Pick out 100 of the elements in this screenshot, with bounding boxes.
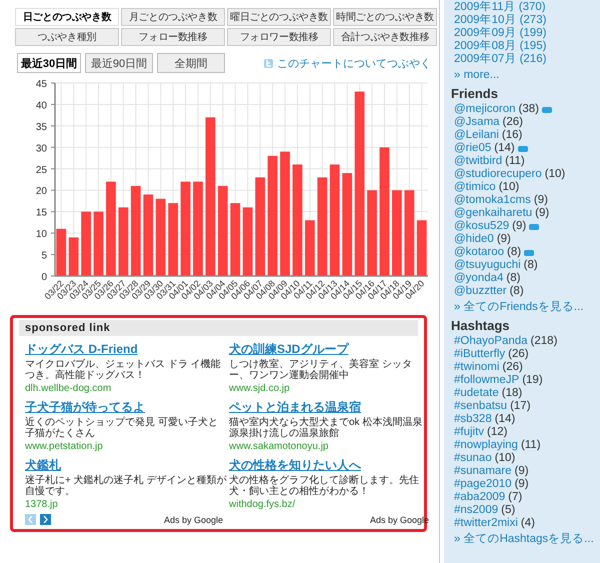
chart-bar [118,207,128,276]
friend-count: (14) [494,142,515,155]
friend-link[interactable]: @rie05 [454,142,492,155]
stat-tab[interactable]: つぶやき種別 [15,28,119,46]
friend-link[interactable]: @hide0 [454,233,494,246]
y-tick-label: 45 [36,79,47,90]
friend-link[interactable]: @mejicoron [454,103,516,116]
hashtag-count: (5) [501,504,516,517]
section-heading: Hashtags [451,318,511,333]
friend-link[interactable]: @timico [454,181,496,194]
hashtag-count: (9) [514,478,529,491]
y-tick-label: 5 [41,250,47,262]
hashtag-link[interactable]: #iButterfly [454,348,506,361]
friend-link[interactable]: @tsuyuguchi [454,259,521,272]
friend-link[interactable]: @genkaiharetu [454,207,532,220]
chart-bar [304,220,315,276]
friend-link[interactable]: @Leilani [454,129,499,142]
ad-title-link[interactable]: ペットと泊まれる温泉宿 [229,400,361,414]
stat-tab[interactable]: フォロー数推移 [121,28,225,46]
stat-tab[interactable]: 時間ごとのつぶやき数 [333,8,437,26]
hashtag-count: (7) [508,491,522,504]
ad-title-link[interactable]: 犬鑑札 [25,458,61,472]
hashtag-link[interactable]: #twinomi [454,361,500,374]
stat-tab[interactable]: フォロワー数推移 [227,28,331,46]
chevron-right-icon [43,516,48,523]
friend-link[interactable]: @kosu529 [454,220,510,233]
hashtag-link[interactable]: #aba2009 [454,491,506,504]
ad-url: withdog.fys.bz/ [229,499,296,510]
more-link[interactable]: » more... [454,69,600,82]
hashtag-link[interactable]: #sunamare [454,465,512,478]
ad-description: 迷子札に+ 犬鑑札の迷子札 デザインと種類が自慢です。 [25,475,227,497]
friend-count: (8) [510,285,524,298]
friend-count: (9) [534,194,548,207]
all-hashtags-link[interactable]: » 全てのHashtagsを見る... [454,533,600,546]
all-friends-link[interactable]: » 全てのFriendsを見る... [454,301,600,314]
archive-link[interactable]: 2009年08月 (195) [454,40,600,53]
ad-url: 1378.jp [25,499,59,510]
y-tick-label: 20 [36,186,47,198]
hashtag-link[interactable]: #senbatsu [454,400,508,413]
y-tick-label: 0 [41,272,47,283]
ad-description: しつけ教室、アジリティ、美容室 シッター、ワンワン運動会開催中 [229,359,413,381]
friend-count: (8) [524,259,538,272]
friend-count: (38) [518,103,539,116]
chart-bar [94,212,104,276]
ad-title-link[interactable]: 犬の性格を知りたい人へ [229,458,361,472]
hashtag-link[interactable]: #nowplaying [454,439,518,452]
hashtag-link[interactable]: #followmeJP [454,374,520,387]
hashtag-count: (17) [510,400,531,413]
hashtag-count: (11) [520,439,541,452]
stat-tab[interactable]: 合計つぶやき数推移 [333,28,437,46]
stat-tab[interactable]: 日ごとのつぶやき数 [15,8,119,26]
hashtag-count: (9) [514,465,529,478]
ad-url: www.sakamotonoyu.jp [229,441,330,452]
y-tick-label: 25 [36,164,47,176]
friend-link[interactable]: @twitbird [454,155,502,168]
ad-title-link[interactable]: ドッグバス D-Friend [25,342,138,356]
archive-link[interactable]: 2009年11月 (370) [454,1,600,14]
range-tab[interactable]: 全期間 [157,53,225,73]
archive-link[interactable]: 2009年10月 (273) [454,14,600,27]
hashtag-link[interactable]: #twitter2mixi [454,517,518,530]
archive-link[interactable]: 2009年09月 (199) [454,27,600,40]
hashtag-link[interactable]: #page2010 [454,478,512,491]
ad-title-link[interactable]: 子犬子猫が待ってるよ [25,400,145,414]
range-tab[interactable]: 最近90日間 [85,53,153,73]
chart-bar [416,220,427,276]
stat-tab[interactable]: 月ごとのつぶやき数 [121,8,225,26]
hashtag-link[interactable]: #ns2009 [454,504,498,517]
friend-link[interactable]: @yonda4 [454,272,504,285]
ad-header: sponsored link [19,320,418,336]
archive-link[interactable]: 2009年07月 (216) [454,53,600,66]
stat-tab[interactable]: 曜日ごとのつぶやき数 [227,8,331,26]
ad-title-link[interactable]: 犬の訓練SJDグループ [229,342,348,356]
chart-bar [68,237,79,276]
ad-url: www.petstation.jp [25,441,104,452]
friend-link[interactable]: @studiorecupero [454,168,542,181]
friend-link[interactable]: @kotaroo [454,246,504,259]
hashtag-link[interactable]: #OhayoPanda [454,335,528,348]
friend-count: (9) [512,220,526,233]
hashtag-link[interactable]: #sb328 [454,413,492,426]
next-button[interactable] [40,514,51,525]
tweet-chart-link[interactable]: このチャートについてつぶやく [277,56,431,70]
friend-link[interactable]: @buzztter [454,285,507,298]
friend-count: (9) [496,233,511,246]
hashtag-count: (19) [522,374,543,387]
friend-link[interactable]: @Jsama [454,116,500,129]
hashtag-link[interactable]: #fujitv [454,426,484,439]
chevron-left-icon [28,516,33,523]
friend-count: (26) [502,116,523,129]
hashtag-link[interactable]: #sunao [454,452,492,465]
ad-description: 犬の性格をグラフ化して診断します。先住犬・飼い主との相性がわかる！ [229,475,420,497]
y-tick-label: 15 [36,208,47,219]
hashtag-link[interactable]: #udetate [454,387,499,400]
hashtag-count: (12) [487,426,508,439]
friend-count: (11) [505,155,525,168]
hashtag-count: (14) [494,413,516,426]
friend-count: (8) [506,272,520,285]
friend-link[interactable]: @tomoka1cms [454,194,531,207]
ads-by-google-label[interactable]: Ads by Google [164,514,223,524]
range-tab[interactable]: 最近30日間 [17,53,81,73]
friend-count: (8) [507,246,522,259]
